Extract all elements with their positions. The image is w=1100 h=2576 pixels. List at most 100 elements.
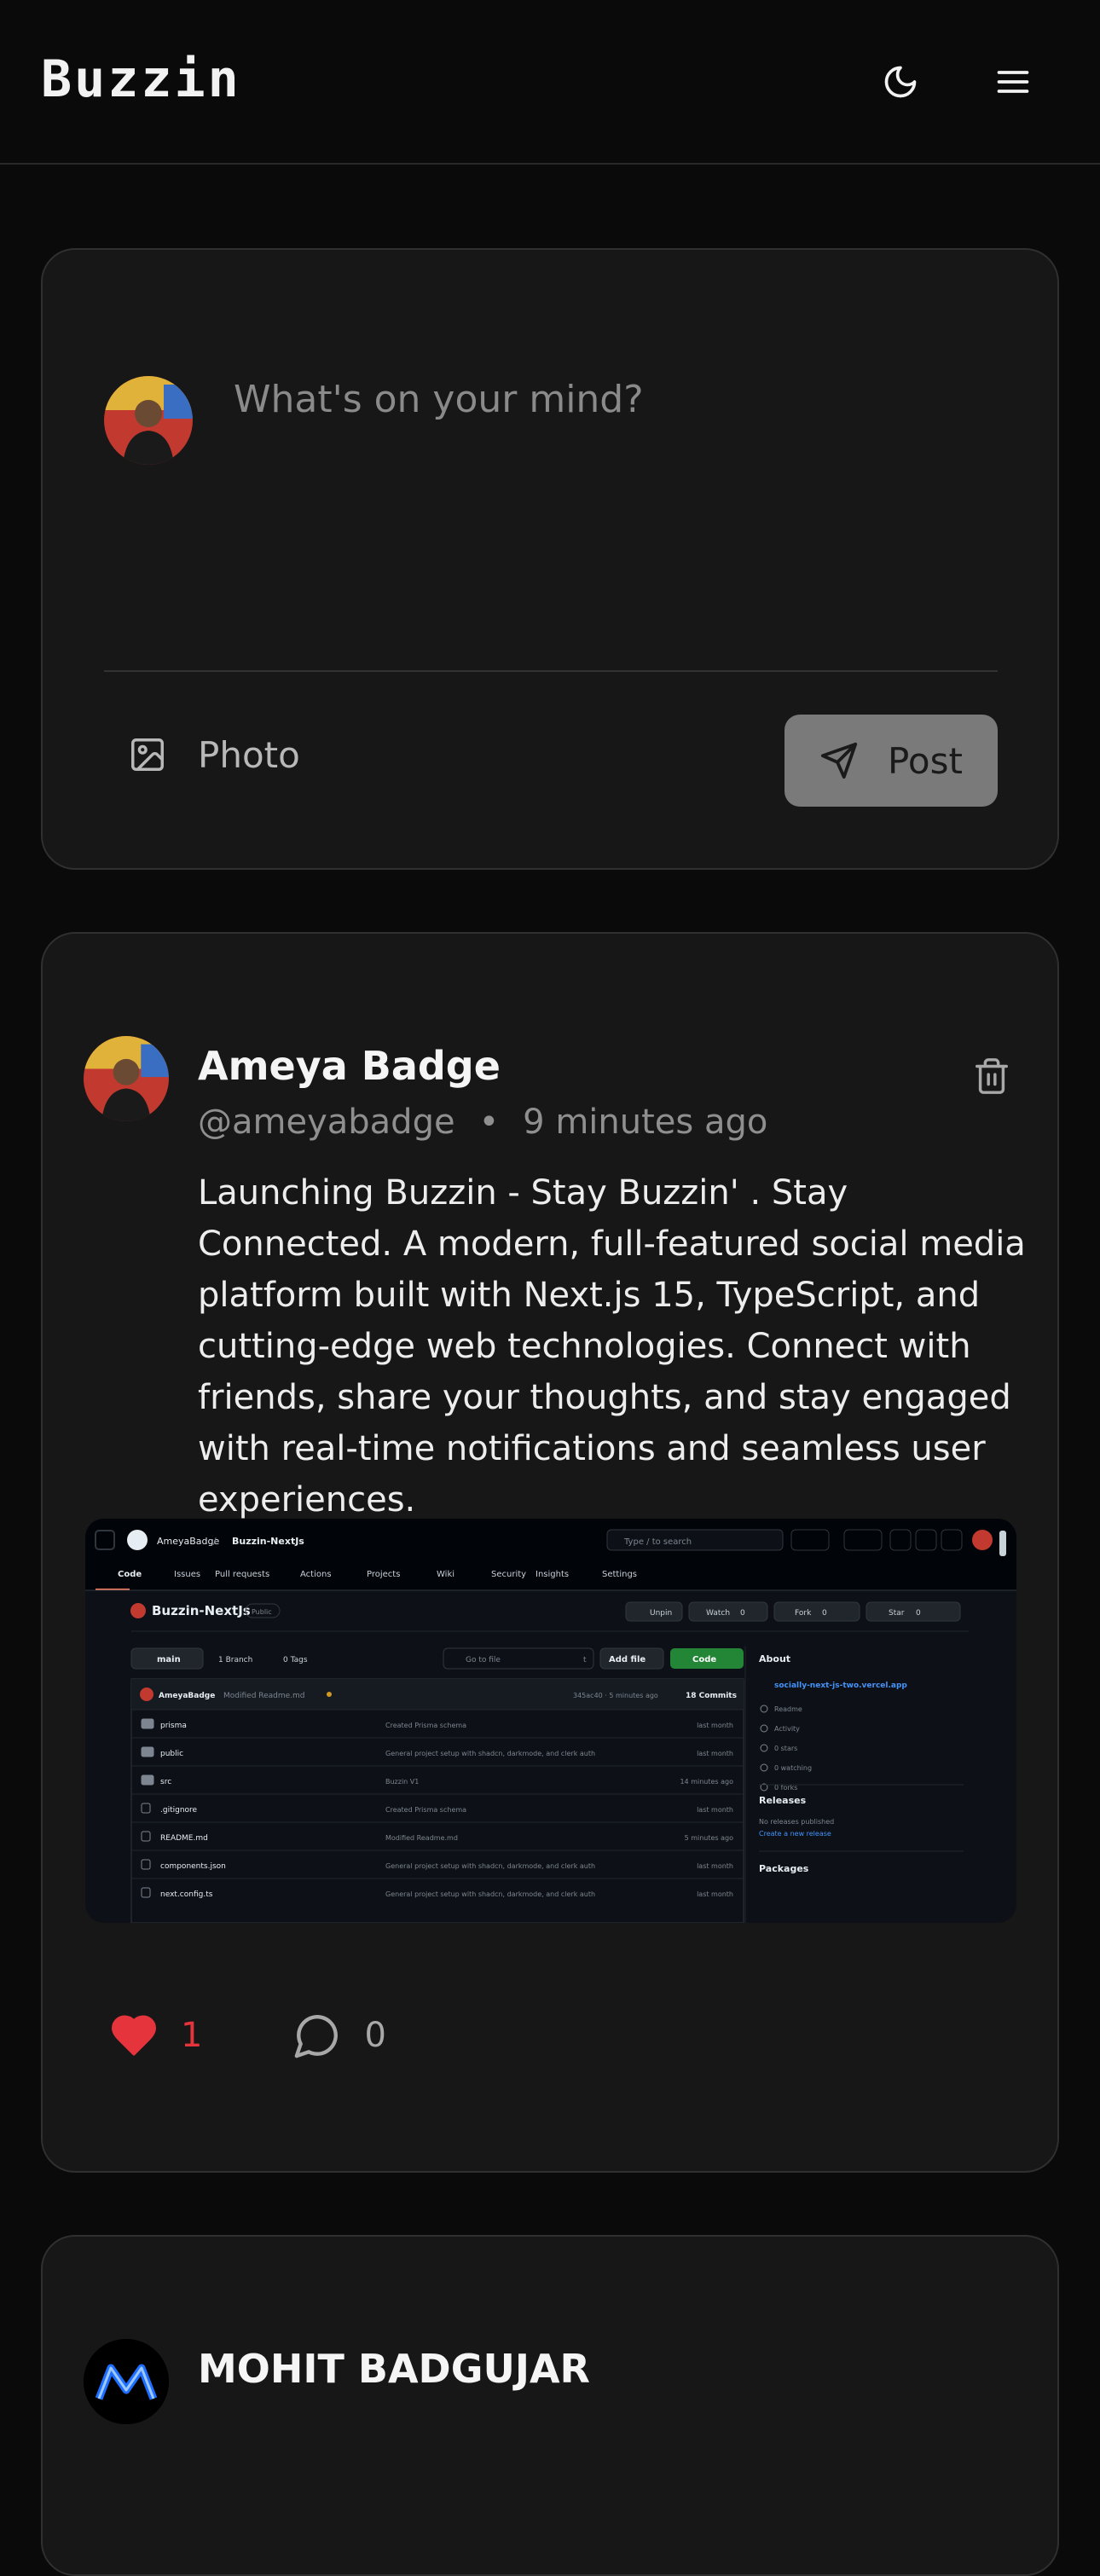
post-card: MOHIT BADGUJAR xyxy=(41,2235,1059,2576)
post-image[interactable]: AmeyaBadge / Buzzin-NextJs Type / to sea… xyxy=(85,1519,1016,1923)
gh-file-name: public xyxy=(160,1750,183,1758)
gh-file-name: src xyxy=(160,1778,171,1786)
github-repo-screenshot: AmeyaBadge / Buzzin-NextJs Type / to sea… xyxy=(85,1519,1016,1923)
gh-star-count: 0 xyxy=(916,1609,921,1618)
gh-tab: Pull requests xyxy=(215,1570,269,1579)
gh-file-name: .gitignore xyxy=(160,1806,198,1815)
gh-file-time: last month xyxy=(697,1890,733,1898)
gh-visibility: Public xyxy=(252,1608,272,1616)
gh-about: About xyxy=(759,1653,790,1664)
gh-fork: Fork xyxy=(795,1609,812,1618)
post-content: Launching Buzzin - Stay Buzzin' . Stay C… xyxy=(198,1173,1026,1520)
gh-file-msg: Buzzin V1 xyxy=(385,1778,419,1786)
comment-bubble-icon xyxy=(295,2015,339,2058)
photo-label: Photo xyxy=(198,733,300,776)
send-icon xyxy=(820,742,858,779)
gh-search-text: Type / to search xyxy=(623,1537,692,1547)
gh-file-time: last month xyxy=(697,1722,733,1729)
post-meta: @ameyabadge • 9 minutes ago xyxy=(198,1103,767,1142)
gh-file-msg: Created Prisma schema xyxy=(385,1722,466,1729)
moon-icon xyxy=(884,66,917,98)
gh-file-name: next.config.ts xyxy=(160,1890,213,1899)
gh-file-name: prisma xyxy=(160,1722,187,1730)
avatar-photo xyxy=(104,376,193,465)
author-name[interactable]: MOHIT BADGUJAR xyxy=(198,2346,590,2392)
gh-file-time: last month xyxy=(697,1750,733,1757)
heart-filled-icon xyxy=(112,2015,156,2056)
gh-branch: main xyxy=(157,1655,181,1664)
post-timestamp: 9 minutes ago xyxy=(523,1103,768,1142)
gh-path-slash: / xyxy=(213,1536,217,1547)
author-name[interactable]: Ameya Badge xyxy=(198,1043,501,1089)
menu-button[interactable] xyxy=(981,49,1045,114)
avatar-photo xyxy=(84,2339,169,2424)
folder-icon xyxy=(141,1774,154,1786)
like-count: 1 xyxy=(181,2016,203,2055)
gh-tab: Settings xyxy=(602,1570,637,1579)
gh-go-to-file-key: t xyxy=(583,1656,587,1664)
gh-file-time: 14 minutes ago xyxy=(680,1778,733,1786)
comment-count: 0 xyxy=(364,2016,386,2055)
gh-no-releases: No releases published xyxy=(759,1818,834,1826)
gh-releases: Releases xyxy=(759,1795,807,1806)
gh-tab: Actions xyxy=(300,1570,332,1579)
gh-tab: Issues xyxy=(174,1570,200,1579)
gh-about-item: 0 stars xyxy=(774,1745,797,1752)
gh-file-time: last month xyxy=(697,1806,733,1814)
meta-separator: • xyxy=(478,1103,500,1142)
gh-fork-count: 0 xyxy=(822,1609,827,1618)
user-avatar[interactable] xyxy=(104,376,193,465)
like-button[interactable]: 1 xyxy=(109,2011,202,2060)
gh-add-file: Add file xyxy=(609,1655,646,1664)
delete-post-button[interactable] xyxy=(965,1050,1018,1103)
gh-unpin: Unpin xyxy=(650,1609,672,1618)
gh-tabs: Code Issues Pull requests Actions Projects Wi… xyxy=(118,1570,637,1579)
author-handle[interactable]: @ameyabadge xyxy=(198,1103,455,1142)
add-photo-button[interactable]: Photo xyxy=(128,716,300,793)
gh-file-time: last month xyxy=(697,1862,733,1870)
brand-logo[interactable]: Buzzin xyxy=(41,49,241,109)
gh-owner: AmeyaBadge xyxy=(157,1536,220,1547)
gh-file-msg: Created Prisma schema xyxy=(385,1806,466,1814)
app-header: Buzzin xyxy=(0,0,1100,165)
post-card: Ameya Badge @ameyabadge • 9 minutes ago … xyxy=(41,932,1059,2173)
trash-icon xyxy=(976,1058,1008,1094)
post-composer-card: Photo Post xyxy=(41,248,1059,870)
gh-branches: 1 Branch xyxy=(218,1656,252,1664)
post-content-input[interactable] xyxy=(234,378,1001,634)
author-avatar[interactable] xyxy=(84,2339,169,2424)
composer-divider xyxy=(104,670,998,672)
gh-file-msg: Modified Readme.md xyxy=(385,1834,458,1842)
hamburger-menu-icon xyxy=(997,71,1029,93)
post-label: Post xyxy=(888,739,963,782)
post-actions: 1 0 xyxy=(109,2001,386,2069)
gh-tab: Code xyxy=(118,1570,142,1579)
post-submit-button[interactable]: Post xyxy=(784,715,998,807)
theme-toggle-button[interactable] xyxy=(868,49,933,114)
gh-commit-msg: Modified Readme.md xyxy=(223,1692,305,1700)
gh-commits: 18 Commits xyxy=(686,1692,737,1700)
gh-go-to-file: Go to file xyxy=(466,1656,501,1664)
folder-icon xyxy=(141,1746,154,1757)
gh-watch: Watch xyxy=(706,1609,730,1618)
gh-link: socially-next-js-two.vercel.app xyxy=(774,1682,907,1690)
gh-file-msg: General project setup with shadcn, darkm… xyxy=(385,1862,595,1870)
gh-tab: Insights xyxy=(536,1570,569,1579)
folder-icon xyxy=(141,1718,154,1729)
gh-repo: Buzzin-NextJs xyxy=(232,1536,304,1547)
gh-file-msg: General project setup with shadcn, darkm… xyxy=(385,1750,595,1757)
gh-tags: 0 Tags xyxy=(283,1656,308,1664)
image-icon xyxy=(131,738,164,771)
author-avatar[interactable] xyxy=(84,1036,169,1121)
gh-about-item: Readme xyxy=(774,1705,802,1713)
gh-about-item: 0 watching xyxy=(774,1764,812,1772)
gh-about-item: Activity xyxy=(774,1725,800,1733)
gh-tab: Wiki xyxy=(437,1570,454,1579)
gh-file-name: components.json xyxy=(160,1862,226,1871)
gh-commit-hash: 345ac40 · 5 minutes ago xyxy=(573,1692,658,1699)
gh-file-msg: General project setup with shadcn, darkm… xyxy=(385,1890,595,1898)
avatar-photo xyxy=(84,1036,169,1121)
comment-button[interactable]: 0 xyxy=(292,2011,386,2060)
gh-file-time: 5 minutes ago xyxy=(685,1834,734,1842)
gh-watch-count: 0 xyxy=(740,1609,745,1618)
